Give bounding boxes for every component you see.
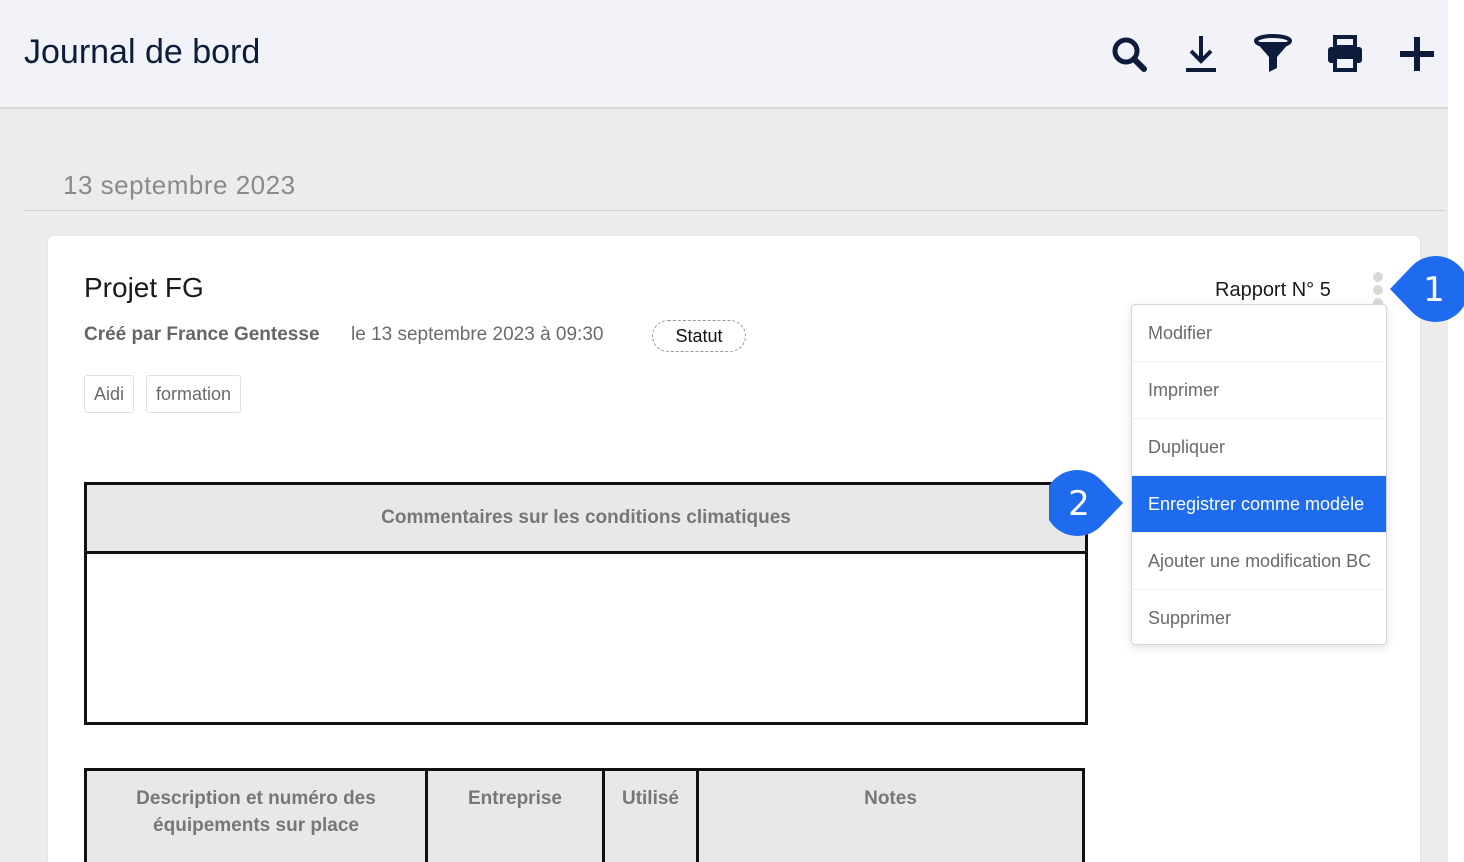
menu-item-add-bc-change[interactable]: Ajouter une modification BC <box>1132 533 1386 590</box>
search-icon[interactable] <box>1109 34 1149 74</box>
menu-item-save-template[interactable]: Enregistrer comme modèle <box>1132 476 1386 533</box>
created-date: le 13 septembre 2023 à 09:30 <box>351 324 604 345</box>
callout-number-2: 2 <box>1068 484 1090 524</box>
equipment-table: Description et numéro des équipements su… <box>84 768 1085 862</box>
column-header-description: Description et numéro des équipements su… <box>87 771 428 862</box>
app-window: Journal de bord 13 septembre 2023 Projet… <box>0 0 1448 862</box>
context-menu: Modifier Imprimer Dupliquer Enregistrer … <box>1131 304 1387 645</box>
divider <box>24 210 1445 211</box>
more-options-icon[interactable] <box>1370 272 1386 308</box>
project-title: Projet FG <box>84 272 204 303</box>
page-title: Journal de bord <box>24 33 261 71</box>
column-header-notes: Notes <box>864 788 917 809</box>
tag-aidi[interactable]: Aidi <box>84 375 135 413</box>
menu-item-supprimer[interactable]: Supprimer <box>1132 590 1386 647</box>
callout-number-1: 1 <box>1423 270 1445 310</box>
report-number: Rapport N° 5 <box>1215 279 1331 301</box>
date-heading: 13 septembre 2023 <box>63 170 296 200</box>
top-bar: Journal de bord <box>0 0 1448 109</box>
status-badge[interactable]: Statut <box>652 320 746 352</box>
climate-table: Commentaires sur les conditions climatiq… <box>84 482 1088 725</box>
climate-table-header: Commentaires sur les conditions climatiq… <box>87 485 1085 554</box>
menu-item-modifier[interactable]: Modifier <box>1132 305 1386 362</box>
tag-formation[interactable]: formation <box>146 375 242 413</box>
column-header-utilise: Utilisé <box>605 771 699 862</box>
menu-item-imprimer[interactable]: Imprimer <box>1132 362 1386 419</box>
print-icon[interactable] <box>1325 34 1365 74</box>
download-icon[interactable] <box>1181 34 1221 74</box>
filter-icon[interactable] <box>1253 34 1293 74</box>
add-icon[interactable] <box>1397 34 1437 74</box>
column-header-entreprise: Entreprise <box>428 771 605 862</box>
menu-item-dupliquer[interactable]: Dupliquer <box>1132 419 1386 476</box>
created-by: Créé par France Gentesse <box>84 324 320 345</box>
